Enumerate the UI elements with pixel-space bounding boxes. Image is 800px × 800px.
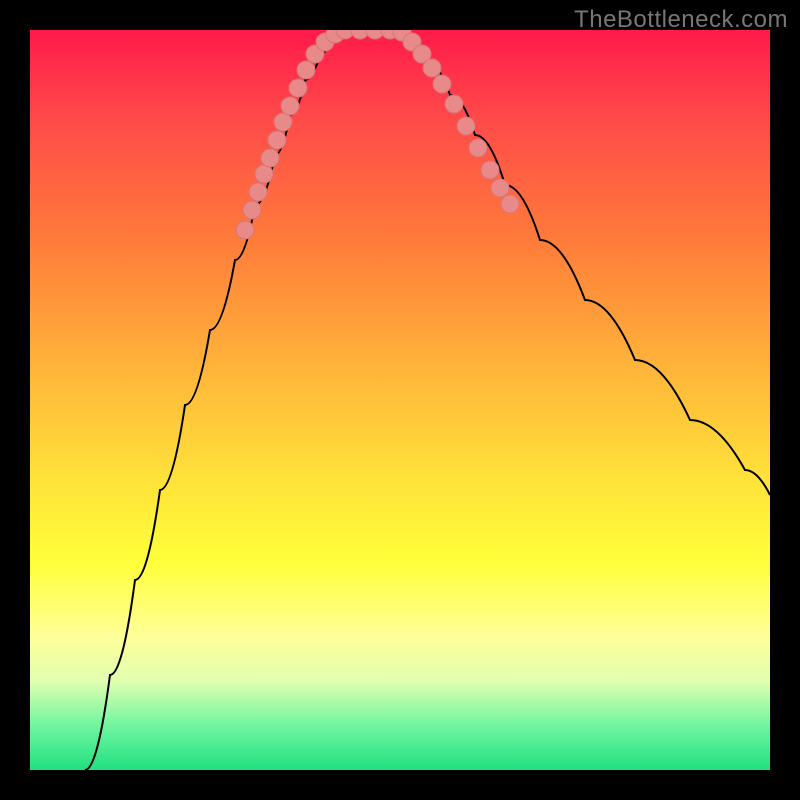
bead [236, 221, 254, 239]
bead [274, 113, 292, 131]
bead [297, 61, 315, 79]
bead [243, 201, 261, 219]
bead [469, 139, 487, 157]
bead [457, 117, 475, 135]
bead [261, 149, 279, 167]
bead [268, 131, 286, 149]
left-curve [85, 30, 340, 770]
bead [249, 183, 267, 201]
bead [481, 161, 499, 179]
bead [433, 75, 451, 93]
bead [501, 195, 519, 213]
bead [255, 165, 273, 183]
watermark-text: TheBottleneck.com [574, 6, 788, 34]
bead [445, 95, 463, 113]
bead [289, 79, 307, 97]
bottleneck-chart [30, 30, 770, 770]
bead [281, 97, 299, 115]
bead [423, 59, 441, 77]
bead [491, 179, 509, 197]
